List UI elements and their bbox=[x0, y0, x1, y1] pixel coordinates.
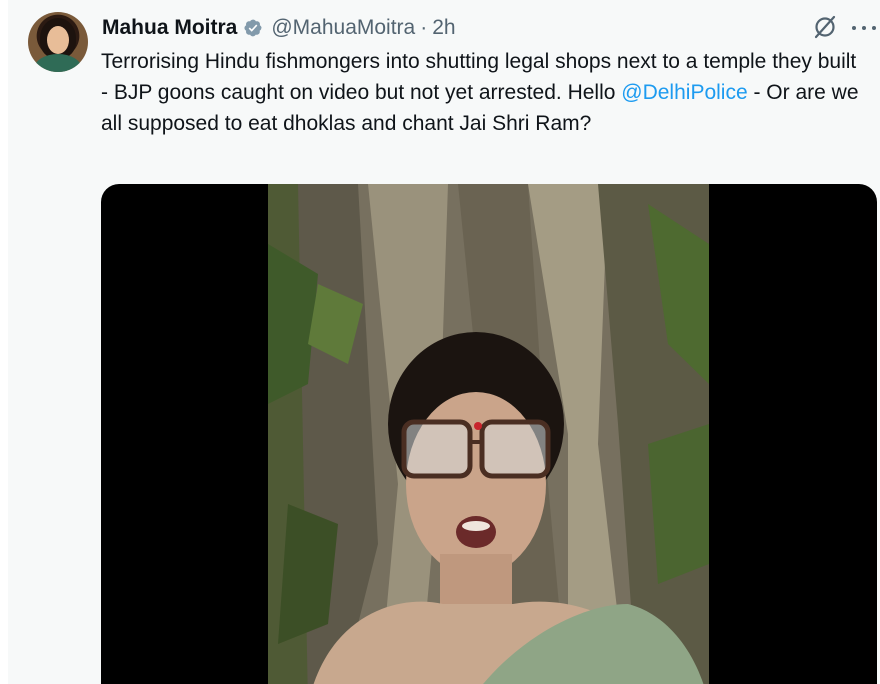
header-separator: · bbox=[420, 16, 428, 39]
avatar[interactable] bbox=[28, 12, 88, 72]
more-dot bbox=[852, 26, 856, 30]
more-dot bbox=[872, 26, 876, 30]
avatar-face bbox=[47, 26, 69, 54]
page-edge bbox=[0, 0, 8, 684]
tweet-header: Mahua Moitra @MahuaMoitra · 2h bbox=[102, 14, 456, 42]
video-player[interactable] bbox=[268, 184, 709, 684]
grok-icon[interactable] bbox=[812, 14, 838, 40]
video-frame bbox=[268, 184, 709, 684]
more-icon[interactable] bbox=[852, 18, 876, 38]
avatar-body bbox=[34, 54, 82, 72]
author-name[interactable]: Mahua Moitra bbox=[102, 14, 237, 42]
tweet-timestamp[interactable]: 2h bbox=[432, 14, 455, 42]
verified-badge-icon bbox=[244, 19, 262, 37]
mention-link[interactable]: @DelhiPolice bbox=[621, 81, 747, 104]
tweet-text: Terrorising Hindu fishmongers into shutt… bbox=[101, 46, 861, 139]
author-handle[interactable]: @MahuaMoitra bbox=[271, 14, 415, 42]
media-container[interactable] bbox=[101, 184, 877, 684]
tweet[interactable]: Mahua Moitra @MahuaMoitra · 2h Terrorisi… bbox=[0, 0, 880, 684]
more-dot bbox=[862, 26, 866, 30]
